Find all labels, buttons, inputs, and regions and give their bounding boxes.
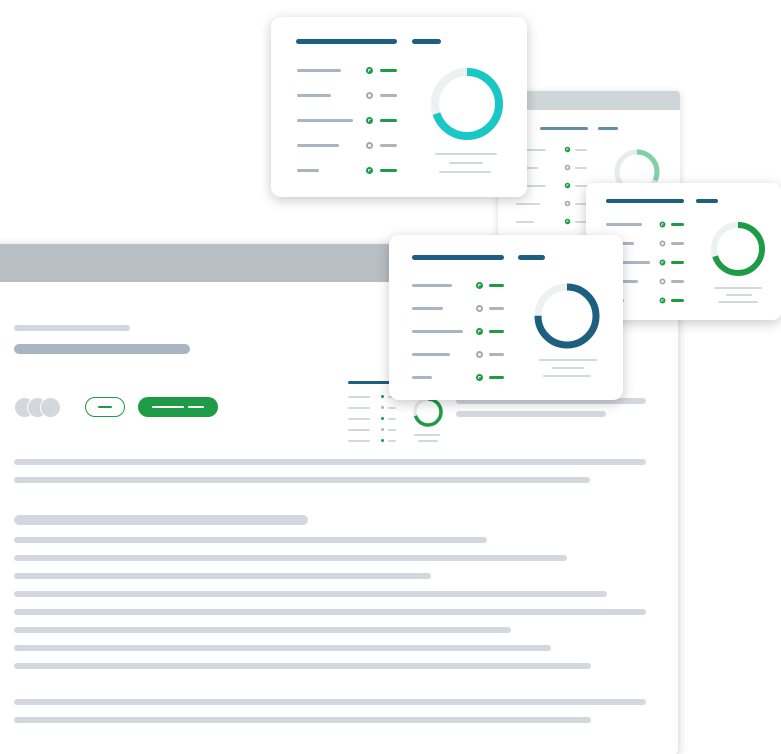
status-off-icon bbox=[659, 240, 666, 247]
primary-pill-button[interactable] bbox=[138, 397, 218, 417]
card-subtitle-placeholder bbox=[412, 39, 441, 44]
text-line-placeholder bbox=[14, 477, 590, 483]
status-on-icon bbox=[659, 259, 666, 266]
status-on-icon bbox=[659, 221, 666, 228]
section-heading-placeholder bbox=[14, 515, 308, 525]
status-on-icon bbox=[659, 297, 666, 304]
status-off-icon bbox=[366, 92, 373, 99]
status-off-icon bbox=[476, 351, 483, 358]
status-on-icon bbox=[476, 282, 483, 289]
text-line-placeholder bbox=[14, 591, 607, 597]
illustration-canvas: { "scene": { "description_visible_text":… bbox=[0, 0, 781, 754]
dashboard-card-middle[interactable] bbox=[389, 235, 623, 400]
text-line-placeholder bbox=[14, 555, 567, 561]
card-title-placeholder bbox=[606, 199, 684, 203]
text-line-placeholder bbox=[14, 573, 431, 579]
mini-ring-chart bbox=[413, 397, 443, 427]
text-line-placeholder bbox=[14, 717, 591, 723]
text-line-placeholder bbox=[14, 645, 551, 651]
card-subtitle-placeholder bbox=[696, 199, 718, 203]
document-title-placeholder bbox=[14, 344, 190, 354]
status-off-icon bbox=[476, 305, 483, 312]
card-subtitle-placeholder bbox=[518, 255, 545, 260]
text-line-placeholder bbox=[14, 663, 591, 669]
text-line-placeholder bbox=[14, 627, 511, 633]
status-on-icon bbox=[476, 374, 483, 381]
secondary-pill-button[interactable] bbox=[85, 397, 125, 417]
text-line-placeholder bbox=[14, 459, 646, 465]
text-line-placeholder bbox=[14, 537, 487, 543]
status-off-icon bbox=[366, 142, 373, 149]
text-line-placeholder bbox=[14, 699, 646, 705]
ring-chart bbox=[534, 283, 600, 349]
mini-dashboard-header bbox=[348, 381, 392, 384]
dashboard-card-top[interactable] bbox=[271, 17, 527, 197]
document-subtitle-placeholder bbox=[14, 325, 130, 331]
status-on-icon bbox=[366, 67, 373, 74]
status-on-icon bbox=[366, 117, 373, 124]
status-on-icon bbox=[476, 328, 483, 335]
status-on-icon bbox=[366, 167, 373, 174]
avatar-icon[interactable] bbox=[40, 397, 61, 418]
ring-chart bbox=[431, 68, 503, 140]
ring-chart bbox=[711, 222, 765, 276]
card-title-placeholder bbox=[296, 39, 397, 44]
card-title-placeholder bbox=[412, 255, 504, 260]
status-off-icon bbox=[659, 278, 666, 285]
text-line-placeholder bbox=[14, 609, 646, 615]
